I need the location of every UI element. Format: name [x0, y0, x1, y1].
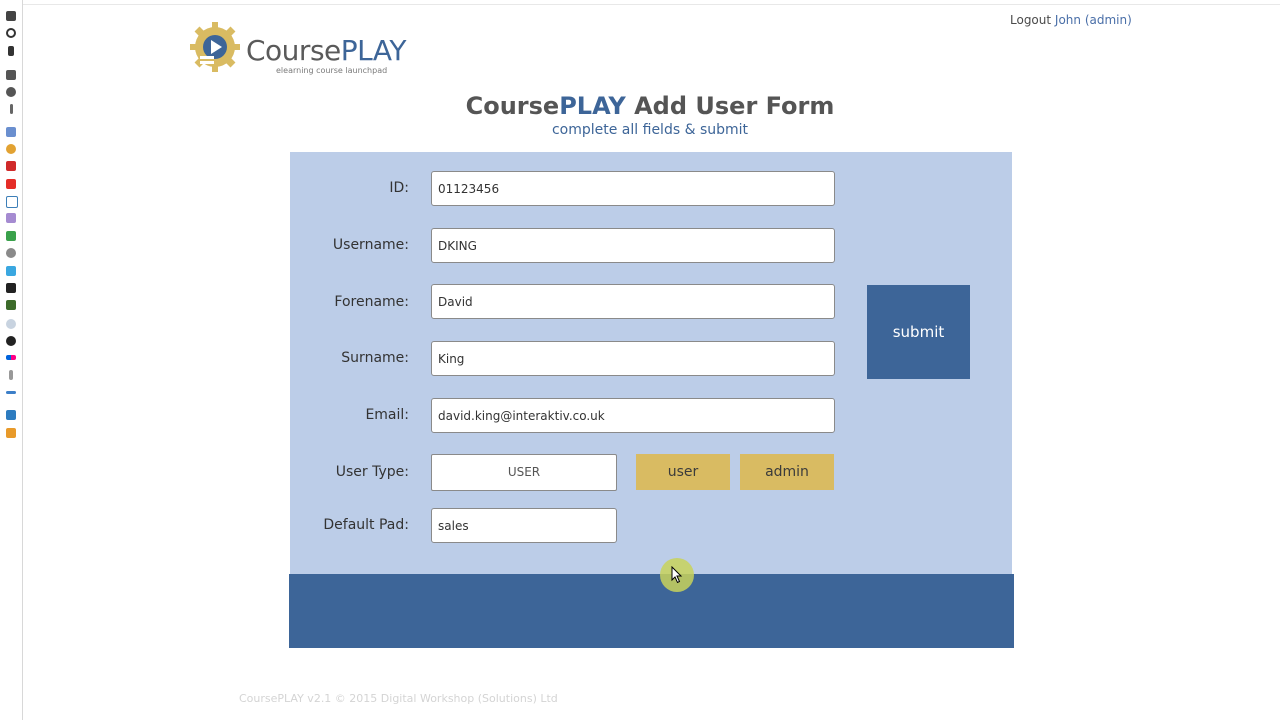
bookmark-icon-4[interactable] — [6, 213, 16, 223]
id-label: ID: — [389, 180, 409, 196]
user-type-user-button[interactable]: user — [636, 454, 730, 490]
user-type-label: User Type: — [335, 464, 409, 480]
user-type-admin-button[interactable]: admin — [740, 454, 834, 490]
browser-sidebar — [0, 0, 23, 720]
globe-icon[interactable] — [6, 248, 16, 258]
bookmark-icon-1[interactable] — [6, 127, 16, 137]
form-footer-bar — [289, 574, 1014, 648]
id-input[interactable] — [431, 171, 835, 206]
title-course: Course — [465, 92, 560, 120]
flickr-icon[interactable] — [6, 355, 16, 360]
history-icon[interactable] — [6, 28, 16, 38]
bookmark-icon-5[interactable] — [6, 283, 16, 293]
logo-word-play: PLAY — [340, 34, 407, 67]
logout-link[interactable]: Logout John (admin) — [1010, 13, 1132, 27]
default-pad-input[interactable] — [431, 508, 617, 543]
bookmark-icon-10[interactable] — [6, 410, 16, 420]
page-subtitle: complete all fields & submit — [551, 122, 749, 138]
forename-input[interactable] — [431, 284, 835, 319]
surname-label: Surname: — [341, 350, 409, 366]
logo-word-course: Course — [246, 34, 341, 67]
window-icon[interactable] — [6, 11, 16, 21]
bookmark-icon-2[interactable] — [6, 144, 16, 154]
bookmark-icon-3[interactable] — [6, 196, 18, 208]
bookmark-icon-7[interactable] — [6, 319, 16, 329]
forename-label: Forename: — [334, 294, 409, 310]
shield-icon[interactable] — [6, 231, 16, 241]
bookmark-icon-9[interactable] — [9, 370, 13, 380]
email-input[interactable] — [431, 398, 835, 433]
user-type-value: USER — [431, 454, 617, 491]
mouse-cursor-icon — [671, 566, 683, 584]
info-icon[interactable] — [10, 104, 13, 114]
surname-input[interactable] — [431, 341, 835, 376]
puzzle-icon[interactable] — [6, 70, 16, 80]
submit-button[interactable]: submit — [867, 285, 970, 379]
logo-tagline: elearning course launchpad — [276, 66, 388, 75]
default-pad-label: Default Pad: — [323, 517, 409, 533]
email-label: Email: — [365, 407, 409, 423]
bookmark-icon-8[interactable] — [6, 336, 16, 346]
title-play: PLAY — [559, 92, 626, 120]
title-rest: Add User Form — [625, 92, 835, 120]
bookmark-icon-6[interactable] — [6, 300, 16, 310]
username-input[interactable] — [431, 228, 835, 263]
logo-wordmark: CoursePLAY — [246, 34, 406, 67]
download-icon[interactable] — [8, 46, 14, 56]
page-title: CoursePLAY Add User Form — [290, 92, 1010, 120]
browser-top-edge — [22, 0, 1280, 5]
settings-icon[interactable] — [6, 87, 16, 97]
logout-label[interactable]: Logout — [1010, 13, 1051, 27]
twitter-icon[interactable] — [6, 266, 16, 276]
footer-copyright: CoursePLAY v2.1 © 2015 Digital Workshop … — [239, 692, 558, 705]
current-user: John (admin) — [1054, 13, 1132, 27]
bookmark-icon-11[interactable] — [6, 428, 16, 438]
more-icon[interactable] — [6, 391, 16, 394]
username-label: Username: — [332, 237, 409, 253]
flag-icon[interactable] — [6, 161, 16, 171]
courseplay-logo[interactable]: CoursePLAY elearning course launchpad — [188, 20, 408, 78]
gear-play-icon — [190, 22, 240, 72]
youtube-icon[interactable] — [6, 179, 16, 189]
